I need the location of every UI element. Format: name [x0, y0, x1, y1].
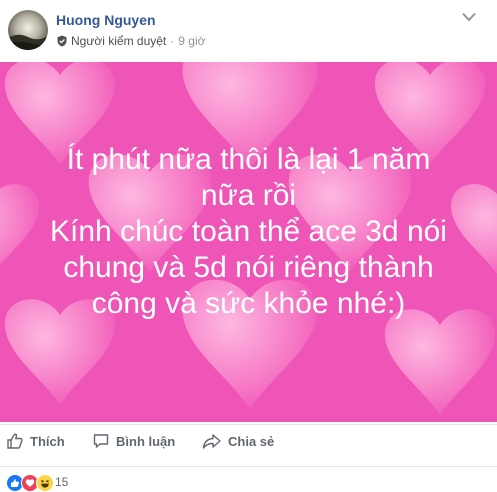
post-text-line: chung và 5d nói riêng thành — [63, 251, 434, 284]
post-header: Huong Nguyen Người kiểm duyệt · 9 giờ — [0, 0, 497, 62]
post-card: Huong Nguyen Người kiểm duyệt · 9 giờ Ít… — [0, 0, 497, 492]
post-text-line: công và sức khỏe nhé:) — [91, 287, 406, 320]
share-button[interactable]: Chia sẻ — [202, 431, 274, 451]
post-meta: Người kiểm duyệt · 9 giờ — [56, 34, 206, 48]
moderator-badge-icon — [57, 35, 67, 47]
moderator-label[interactable]: Người kiểm duyệt — [71, 34, 166, 48]
like-button[interactable]: Thích — [6, 431, 65, 451]
share-label: Chia sẻ — [228, 433, 275, 449]
post-background-banner: Ít phút nữa thôi là lại 1 năm nữa rồi Kí… — [0, 62, 497, 422]
comment-button[interactable]: Bình luận — [92, 431, 175, 451]
post-text-line: Kính chúc toàn thể ace 3d nói — [50, 215, 447, 248]
reactions-summary[interactable]: 15 — [0, 466, 497, 492]
haha-icon — [36, 474, 54, 492]
reaction-icons — [6, 474, 54, 492]
chevron-down-icon[interactable] — [462, 12, 476, 22]
post-text: Ít phút nữa thôi là lại 1 năm nữa rồi Kí… — [14, 142, 483, 322]
like-label: Thích — [30, 433, 65, 449]
meta-separator: · — [170, 34, 175, 48]
post-text-line: nữa rồi — [200, 179, 297, 212]
share-icon — [202, 434, 221, 449]
post-timestamp[interactable]: 9 giờ — [178, 34, 205, 48]
thumbs-up-icon — [7, 433, 23, 449]
post-text-line: Ít phút nữa thôi là lại 1 năm — [66, 143, 431, 176]
reaction-count[interactable]: 15 — [55, 475, 68, 489]
avatar[interactable] — [8, 10, 48, 50]
comment-icon — [93, 434, 109, 448]
post-actions-bar: Thích Bình luận Chia sẻ — [0, 424, 497, 459]
author-name[interactable]: Huong Nguyen — [56, 12, 156, 28]
comment-label: Bình luận — [116, 433, 176, 449]
